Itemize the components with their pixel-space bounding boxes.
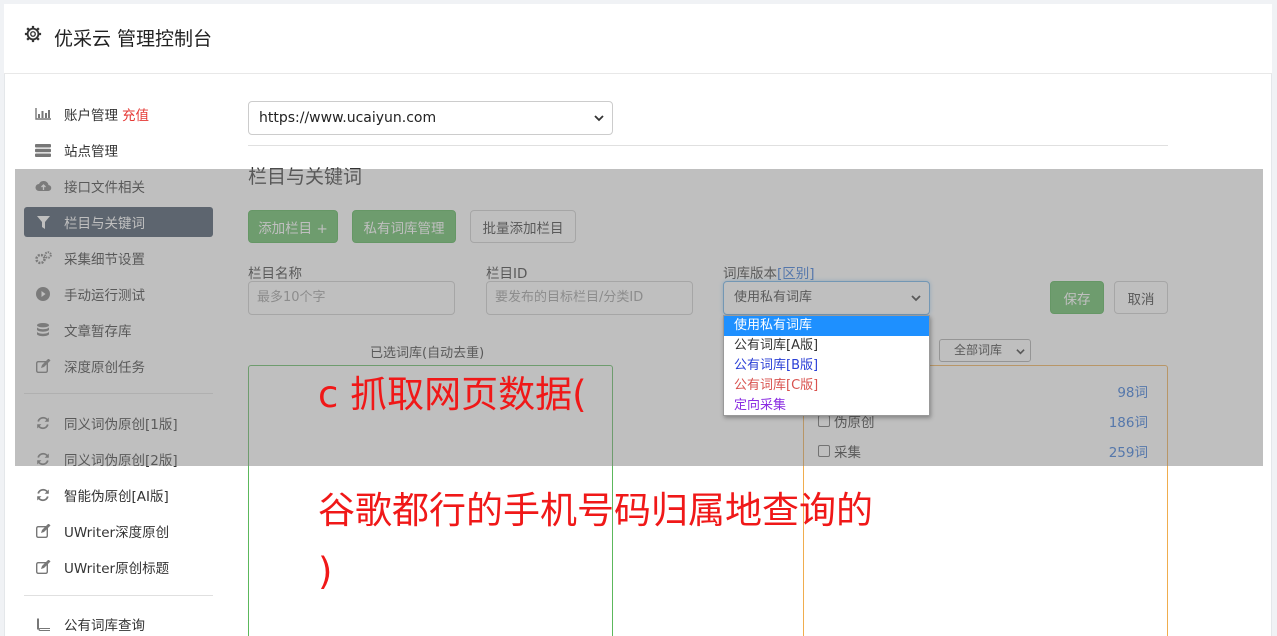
private-lib-button[interactable]: 私有词库管理 — [352, 210, 456, 243]
selected-libs-title: 已选词库(自动去重) — [370, 346, 485, 361]
batch-add-button[interactable]: 批量添加栏目 — [470, 210, 576, 243]
server-icon — [34, 143, 52, 157]
dropdown-option-private[interactable]: 使用私有词库 — [724, 316, 929, 336]
sidebar-item-public-lib-query[interactable]: 公有词库查询 — [24, 609, 213, 636]
sidebar-item-label: 智能伪原创[AI版] — [64, 489, 169, 505]
column-name-input[interactable]: 最多10个字 — [248, 281, 455, 315]
page-title: 优采云 管理控制台 — [54, 28, 213, 50]
dropdown-option-public-a[interactable]: 公有词库[A版] — [724, 336, 929, 356]
version-select-value: 使用私有词库 — [734, 290, 813, 305]
chevron-down-icon — [594, 115, 604, 122]
recharge-link[interactable]: 充值 — [122, 104, 149, 124]
sidebar-item-label: UWriter原创标题 — [64, 561, 170, 577]
dropdown-option-directed[interactable]: 定向采集 — [724, 396, 929, 416]
sidebar-item-label: 账户管理 — [64, 108, 118, 124]
book-icon — [34, 617, 52, 631]
sidebar-item-label: 同义词伪原创[2版] — [64, 453, 178, 469]
lib-count: 98词 — [1117, 385, 1148, 401]
version-label-text: 词库版本 — [723, 266, 777, 282]
sidebar-item-article-storage[interactable]: 文章暂存库 — [24, 315, 213, 345]
gear-icon — [24, 25, 42, 43]
sidebar-item-label: 接口文件相关 — [64, 180, 145, 196]
sidebar-item-collect-settings[interactable]: 采集细节设置 — [24, 243, 213, 273]
cloud-upload-icon — [34, 179, 52, 193]
play-circle-icon — [34, 287, 52, 301]
edit-icon — [34, 524, 52, 538]
overlay-text-line1: c 抓取网页数据( — [318, 373, 587, 416]
refresh-icon — [34, 488, 52, 502]
chevron-down-icon — [1016, 349, 1025, 355]
sidebar-item-account[interactable]: 账户管理 充值 — [24, 99, 213, 129]
chevron-down-icon — [911, 295, 921, 302]
overlay-text-line3: ) — [318, 550, 333, 593]
section-title: 栏目与关键词 — [248, 166, 363, 188]
column-id-input[interactable]: 要发布的目标栏目/分类ID — [486, 281, 693, 315]
sidebar-item-label: UWriter深度原创 — [64, 525, 170, 541]
sidebar-item-manual-test[interactable]: 手动运行测试 — [24, 279, 213, 309]
version-dropdown-menu[interactable]: 使用私有词库 公有词库[A版] 公有词库[B版] 公有词库[C版] 定向采集 — [723, 315, 930, 416]
lib-filter-select[interactable]: 全部词库 — [939, 339, 1031, 362]
lib-filter-value: 全部词库 — [954, 343, 1003, 357]
lib-count: 186词 — [1108, 415, 1148, 431]
edit-icon — [34, 359, 52, 373]
dropdown-option-public-b[interactable]: 公有词库[B版] — [724, 356, 929, 376]
cancel-button[interactable]: 取消 — [1114, 281, 1168, 314]
site-select-value: https://www.ucaiyun.com — [259, 110, 437, 126]
overlay-text-line2: 谷歌都行的手机号码归属地查询的 — [318, 489, 873, 532]
sidebar-item-sites[interactable]: 站点管理 — [24, 135, 213, 165]
sidebar-item-label: 栏目与关键词 — [64, 216, 145, 232]
sidebar-item-ai-rewrite[interactable]: 智能伪原创[AI版] — [24, 480, 213, 510]
divider — [248, 145, 1168, 146]
lib-count: 259词 — [1108, 445, 1148, 461]
sidebar-divider — [24, 393, 213, 394]
refresh-icon — [34, 416, 52, 430]
lib-checkbox[interactable] — [818, 445, 830, 457]
sidebar-item-label: 同义词伪原创[1版] — [64, 417, 178, 433]
version-select[interactable]: 使用私有词库 — [723, 281, 930, 315]
dropdown-option-public-c[interactable]: 公有词库[C版] — [724, 376, 929, 396]
sidebar-item-uwriter-title[interactable]: UWriter原创标题 — [24, 552, 213, 582]
bar-chart-icon — [34, 107, 52, 121]
difference-link[interactable]: [区别] — [777, 266, 815, 282]
sidebar-item-columns-keywords[interactable]: 栏目与关键词 — [24, 207, 213, 237]
site-select[interactable]: https://www.ucaiyun.com — [248, 101, 613, 135]
list-item[interactable]: 采集 259词 — [818, 441, 1148, 461]
page-header: 优采云 管理控制台 — [4, 4, 1272, 74]
lib-label: 采集 — [834, 445, 861, 461]
column-id-label: 栏目ID — [486, 266, 528, 282]
sidebar-item-uwriter-deep[interactable]: UWriter深度原创 — [24, 516, 213, 546]
sidebar-item-label: 采集细节设置 — [64, 252, 145, 268]
sidebar-item-label: 文章暂存库 — [64, 324, 132, 340]
sidebar-item-label: 手动运行测试 — [64, 288, 145, 304]
sidebar-item-synonym-v1[interactable]: 同义词伪原创[1版] — [24, 408, 213, 438]
refresh-icon — [34, 452, 52, 466]
sidebar-item-deep-original[interactable]: 深度原创任务 — [24, 351, 213, 381]
filter-icon — [34, 215, 52, 229]
version-label: 词库版本[区别] — [723, 262, 815, 282]
column-name-label: 栏目名称 — [248, 266, 302, 282]
add-column-button[interactable]: 添加栏目 + — [248, 210, 338, 243]
sidebar-item-label: 公有词库查询 — [64, 618, 145, 634]
save-button[interactable]: 保存 — [1050, 281, 1104, 314]
gears-icon — [34, 251, 52, 265]
sidebar-item-label: 深度原创任务 — [64, 360, 145, 376]
sidebar-item-synonym-v2[interactable]: 同义词伪原创[2版] — [24, 444, 213, 474]
sidebar-item-label: 站点管理 — [64, 144, 118, 160]
lib-checkbox[interactable] — [818, 415, 830, 427]
database-icon — [34, 323, 52, 337]
sidebar-divider — [24, 595, 213, 596]
sidebar-item-interface-files[interactable]: 接口文件相关 — [24, 171, 213, 201]
edit-icon — [34, 560, 52, 574]
